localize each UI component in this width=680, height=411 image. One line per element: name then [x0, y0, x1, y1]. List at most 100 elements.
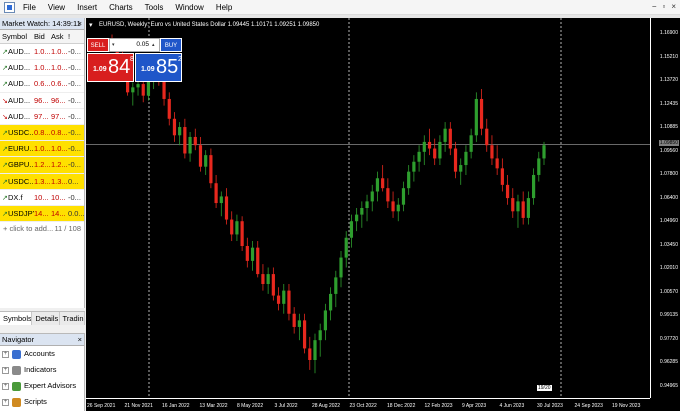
table-row[interactable]: ↗USDC... 0.8... 0.8... -0... [0, 124, 84, 142]
candle [245, 237, 249, 268]
click-to-add[interactable]: + click to add... [3, 222, 53, 236]
table-row[interactable]: ↘AUD... 96... 96... -0... [0, 93, 84, 109]
candle [391, 191, 395, 218]
table-row[interactable]: ↗USDJPY14...14...0.0... [0, 205, 84, 223]
row-bid: 1.0... [34, 63, 51, 73]
menu-insert[interactable]: Insert [71, 0, 103, 15]
table-row[interactable]: ↗AUD... 0.6... 0.6... -0... [0, 76, 84, 93]
buy-price[interactable]: 1.09 85 2 [135, 53, 182, 82]
candle [329, 287, 333, 321]
candle [427, 128, 432, 156]
candle-body [198, 145, 203, 167]
navigator-item[interactable]: + Expert Advisors [0, 378, 84, 394]
table-row[interactable]: ↗AUD... 1.0... 1.0... -0... [0, 60, 84, 77]
candle-body [365, 201, 369, 208]
candle-body [526, 198, 530, 218]
navigator-tree: + Accounts + Indicators + Expert Advisors + Scr… [0, 346, 84, 410]
symbol-name: AUD... [8, 95, 31, 105]
price-tick-label: 1.06400 [659, 194, 678, 201]
volume-stepper-icon[interactable]: ▴ [152, 38, 155, 52]
candle-body [297, 320, 301, 327]
tab-symbols[interactable]: Symbols [0, 312, 33, 325]
price-tick-label: 0.96285 [659, 359, 678, 365]
table-row[interactable]: ↗USDC... 1.3... 1.3... 0... [0, 173, 84, 190]
market-watch-panel: Market Watch: 14:39:11 × Symbol Bid Ask … [0, 18, 85, 308]
expand-icon[interactable]: + [2, 382, 9, 390]
column-ask[interactable]: Ask [51, 30, 68, 43]
tab-trading[interactable]: Tradin [60, 312, 85, 325]
volume-dropdown-icon[interactable]: ▾ [112, 38, 115, 52]
navigator-item[interactable]: + Scripts [0, 394, 84, 410]
table-row[interactable]: ↗DX.f 10... 10... -0... [0, 190, 84, 206]
navigator-item[interactable]: + Indicators [0, 362, 84, 378]
time-scale[interactable]: 26 Sep 2021 21 Nov 2021 16 Jan 2022 13 Mar … [86, 398, 650, 411]
menu-charts[interactable]: Charts [103, 0, 139, 15]
close-button[interactable]: × [671, 2, 676, 11]
candle-body [219, 196, 223, 204]
time-tick-label: 23 Oct 2022 [349, 403, 377, 409]
candle [386, 178, 390, 208]
chart-window[interactable]: ▾ EURUSD, Weekly: Euro vs United States … [86, 18, 680, 411]
column-symbol[interactable]: Symbol [0, 30, 34, 43]
candle [505, 174, 510, 205]
table-row[interactable]: ↗EURU... 1.0... 1.0... -0... [0, 141, 84, 158]
menu-view[interactable]: View [42, 0, 71, 15]
candle-body [131, 87, 135, 93]
row-symbol: ↘AUD... [0, 109, 34, 124]
candle-body [224, 196, 229, 220]
column-bid[interactable]: Bid [34, 30, 51, 43]
candle-body [250, 247, 255, 261]
minimize-button[interactable]: − [652, 2, 657, 11]
restore-button[interactable]: ▫ [662, 2, 665, 11]
symbol-menu-icon[interactable]: ▾ [89, 21, 93, 29]
candle [490, 135, 494, 166]
candle [531, 168, 536, 205]
candle [240, 216, 244, 251]
price-tick-label: 1.02010 [659, 265, 678, 271]
candle-body [172, 118, 177, 136]
sell-button[interactable]: SELL [87, 38, 109, 52]
row-ask: 1.3... [51, 176, 68, 186]
row-symbol: ↗GBPU... [0, 157, 34, 172]
candle [339, 250, 343, 288]
table-row[interactable]: ↗AUD... 1.0... 1.0... -0... [0, 44, 84, 61]
sell-price[interactable]: 1.09 84 8 [87, 53, 134, 82]
symbol-name: EURU... [8, 144, 34, 154]
table-row[interactable]: ↘AUD... 97... 97... -0... [0, 109, 84, 125]
candle-body [516, 201, 520, 212]
close-icon[interactable]: × [78, 334, 82, 346]
candle [271, 267, 275, 301]
candle [235, 214, 239, 242]
expand-icon[interactable]: + [2, 350, 9, 358]
expand-icon[interactable]: + [2, 398, 9, 406]
candle [479, 89, 484, 136]
candle-body [360, 208, 364, 215]
table-row[interactable]: ↗GBPU... 1.2... 1.2... -0... [0, 157, 84, 174]
candle [521, 191, 525, 225]
expand-icon[interactable]: + [2, 366, 9, 374]
close-icon[interactable]: × [78, 18, 82, 30]
candle [396, 198, 400, 222]
symbol-name: AUD... [8, 63, 31, 73]
candle [464, 145, 468, 175]
navigator-item[interactable]: + Accounts [0, 346, 84, 362]
candle-body [521, 201, 525, 218]
menu-tools[interactable]: Tools [139, 0, 170, 15]
column-spread[interactable]: ! [68, 30, 84, 43]
candle-body [401, 188, 406, 205]
menu-file[interactable]: File [17, 0, 42, 15]
price-scale[interactable]: 1.16900 1.15210 1.13720 1.12435 1.10885 1.095… [650, 18, 680, 398]
menu-window[interactable]: Window [169, 0, 209, 15]
candle-body [422, 141, 426, 152]
tab-details[interactable]: Details [32, 312, 60, 325]
symbol-name: AUD... [8, 111, 31, 121]
menu-help[interactable]: Help [210, 0, 238, 15]
candle-body [302, 320, 307, 349]
market-watch-title-text: Market Watch: 14:39:11 [2, 19, 81, 28]
market-watch-tabs: Symbols Details Tradin [0, 311, 85, 325]
candle [276, 287, 281, 311]
buy-button[interactable]: BUY [160, 38, 182, 52]
candle-body [349, 221, 354, 238]
candle-body [287, 290, 291, 314]
cursor-badge: 19/20 [537, 385, 552, 391]
